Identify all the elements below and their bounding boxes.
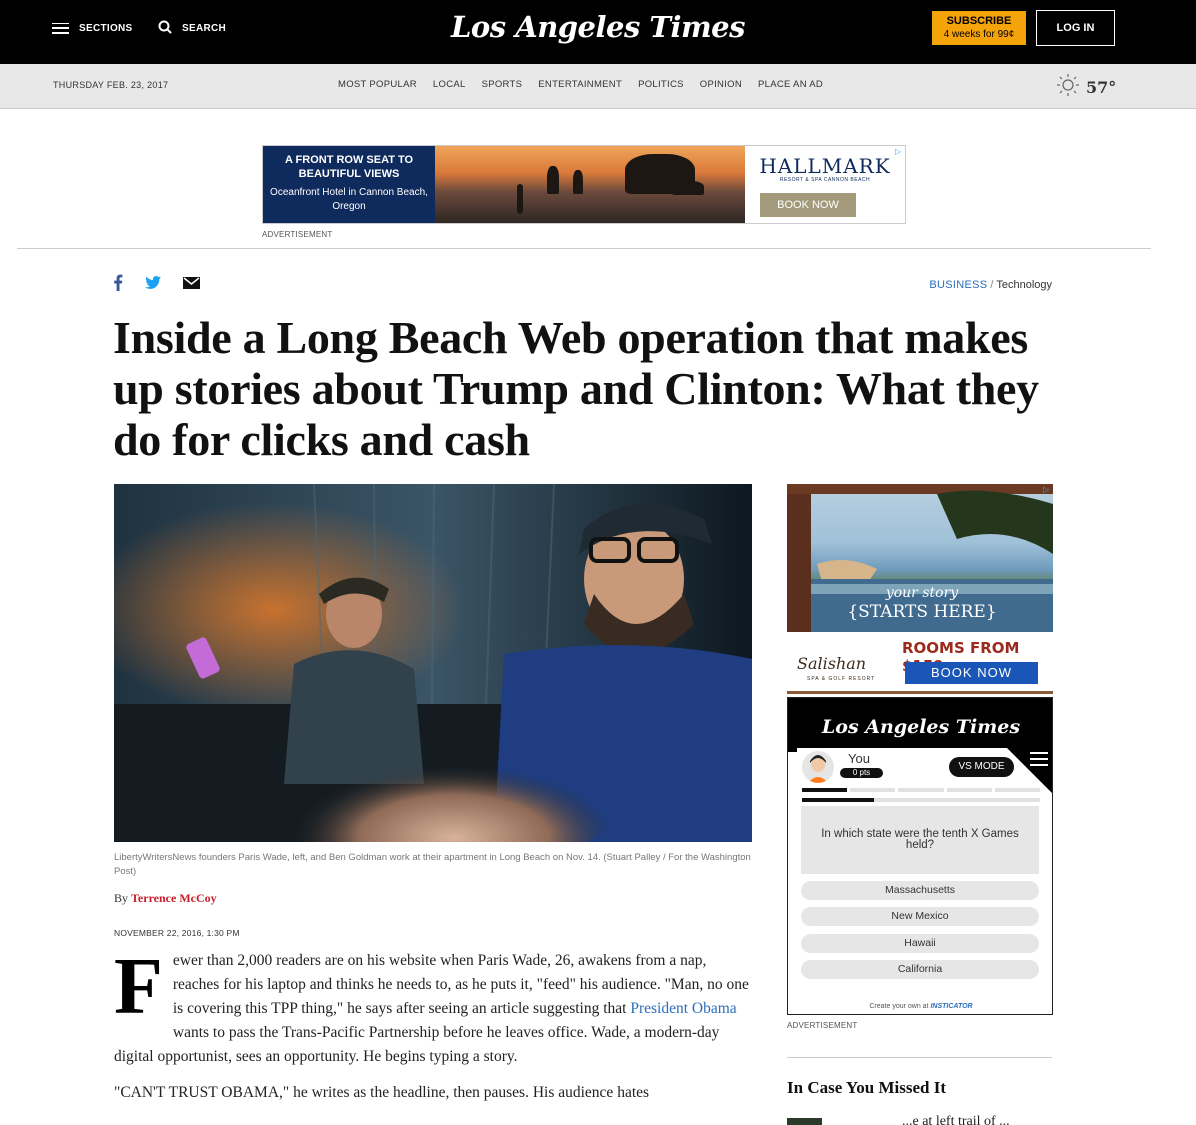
question-progress	[802, 788, 1041, 794]
adchoices-icon[interactable]: ▷	[895, 147, 904, 156]
ad-brand-panel: HALLMARK RESORT & SPA CANNON BEACH BOOK …	[745, 146, 905, 223]
current-date: THURSDAY FEB. 23, 2017	[53, 80, 169, 90]
missed-thumbnail[interactable]	[787, 1118, 822, 1125]
weather-temperature: 57°	[1086, 78, 1117, 97]
insticator-logo[interactable]: INSTICATOR	[930, 1003, 972, 1010]
ad-brand: HALLMARK	[759, 154, 891, 178]
trivia-logo: Los Angeles Times	[821, 716, 1021, 738]
nav-entertainment[interactable]: ENTERTAINMENT	[538, 79, 622, 90]
sun-icon	[1056, 73, 1080, 102]
player-points: 0 pts	[840, 768, 883, 778]
breadcrumb-section[interactable]: BUSINESS	[929, 279, 987, 291]
credit-prefix: Create your own at	[869, 1003, 929, 1010]
trivia-widget: Los Angeles Times You 0 pts VS MODE In w…	[787, 697, 1053, 1015]
ad-brand-sub: SPA & GOLF RESORT	[807, 676, 876, 682]
section-nav: MOST POPULAR LOCAL SPORTS ENTERTAINMENT …	[338, 79, 823, 90]
breadcrumb-separator: /	[990, 279, 994, 291]
trivia-credit[interactable]: Create your own at INSTICATOR	[788, 1003, 1052, 1010]
byline: By Terrence McCoy	[114, 891, 217, 906]
article-paragraph: Fewer than 2,000 readers are on his webs…	[114, 943, 754, 1069]
answer-option[interactable]: California	[801, 960, 1039, 979]
twitter-icon[interactable]	[145, 276, 161, 294]
ad-book-now-button[interactable]: BOOK NOW	[760, 193, 856, 217]
article-headline: Inside a Long Beach Web operation that m…	[113, 312, 1039, 465]
in-case-you-missed-it-heading: In Case You Missed It	[787, 1078, 947, 1097]
publish-date: NOVEMBER 22, 2016, 1:30 PM	[114, 928, 240, 938]
breadcrumb: BUSINESS / Technology	[929, 279, 1052, 291]
sidebar-ad[interactable]: your story {STARTS HERE} Salishan SPA & …	[787, 484, 1053, 694]
top-banner-ad[interactable]: A FRONT ROW SEAT TO BEAUTIFUL VIEWS Ocea…	[262, 145, 906, 224]
ad-label: ADVERTISEMENT	[262, 230, 333, 239]
login-button[interactable]: LOG IN	[1036, 10, 1115, 46]
weather-widget[interactable]: 57°	[1056, 73, 1116, 102]
subscribe-label: SUBSCRIBE	[946, 15, 1012, 27]
subscribe-offer: 4 weeks for 99¢	[943, 29, 1015, 40]
share-bar	[113, 274, 200, 296]
president-obama-link[interactable]: President Obama	[630, 1000, 736, 1017]
ad-story-text: your story {STARTS HERE}	[847, 584, 997, 622]
drop-cap: F	[114, 943, 163, 1031]
divider	[787, 1057, 1052, 1058]
nav-local[interactable]: LOCAL	[433, 79, 466, 90]
byline-prefix: By	[114, 891, 129, 905]
answer-option[interactable]: Massachusetts	[801, 881, 1039, 900]
trivia-question: In which state were the tenth X Games he…	[801, 806, 1039, 874]
ad-label: ADVERTISEMENT	[787, 1021, 858, 1030]
nav-place-an-ad[interactable]: PLACE AN AD	[758, 79, 823, 90]
article-body: Fewer than 2,000 readers are on his webs…	[114, 943, 754, 1117]
ad-copy: A FRONT ROW SEAT TO BEAUTIFUL VIEWS Ocea…	[263, 146, 435, 223]
divider	[17, 248, 1151, 249]
breadcrumb-subsection[interactable]: Technology	[996, 279, 1052, 291]
ad-bottom-border	[787, 691, 1053, 694]
ad-brand: Salishan	[797, 654, 867, 673]
nav-most-popular[interactable]: MOST POPULAR	[338, 79, 417, 90]
subscribe-button[interactable]: SUBSCRIBE 4 weeks for 99¢	[932, 11, 1026, 45]
ad-headline: A FRONT ROW SEAT TO BEAUTIFUL VIEWS	[284, 154, 414, 180]
menu-icon[interactable]	[1030, 752, 1048, 766]
ad-book-now-button[interactable]: BOOK NOW	[905, 662, 1038, 684]
answer-option[interactable]: Hawaii	[801, 934, 1039, 953]
article-photo[interactable]	[114, 484, 752, 842]
nav-politics[interactable]: POLITICS	[638, 79, 684, 90]
photo-caption: LibertyWritersNews founders Paris Wade, …	[114, 852, 751, 877]
top-bar: SECTIONS SEARCH Los Angeles Times SUBSCR…	[0, 0, 1196, 64]
ad-beach-image	[435, 146, 745, 223]
ad-offer-panel: Salishan SPA & GOLF RESORT ROOMS FROM $1…	[787, 632, 1053, 694]
nav-opinion[interactable]: OPINION	[700, 79, 742, 90]
ad-brand-sub: RESORT & SPA CANNON BEACH	[779, 177, 871, 183]
ad-text: Oceanfront Hotel in Cannon Beach, Oregon	[270, 187, 428, 212]
secondary-nav-bar: THURSDAY FEB. 23, 2017 MOST POPULAR LOCA…	[0, 64, 1196, 109]
author-link[interactable]: Terrence McCoy	[131, 891, 217, 905]
adchoices-icon[interactable]: ▷	[1043, 485, 1052, 494]
answer-option[interactable]: New Mexico	[801, 907, 1039, 926]
paragraph-text: wants to pass the Trans-Pacific Partners…	[114, 1024, 720, 1065]
player-name: You	[848, 751, 870, 766]
nav-sports[interactable]: SPORTS	[482, 79, 523, 90]
timer-bar	[802, 798, 1040, 802]
article-paragraph: "CAN'T TRUST OBAMA," he writes as the he…	[114, 1084, 650, 1101]
email-icon[interactable]	[183, 276, 200, 294]
facebook-icon[interactable]	[113, 274, 123, 296]
trivia-header: Los Angeles Times	[788, 698, 1052, 752]
ad-story-line2: {STARTS HERE}	[847, 602, 997, 622]
avatar	[802, 751, 834, 783]
ad-story-line1: your story	[885, 585, 959, 601]
missed-headline[interactable]: ...e at left trail of ...	[902, 1114, 1010, 1125]
vs-mode-button[interactable]: VS MODE	[949, 757, 1014, 777]
